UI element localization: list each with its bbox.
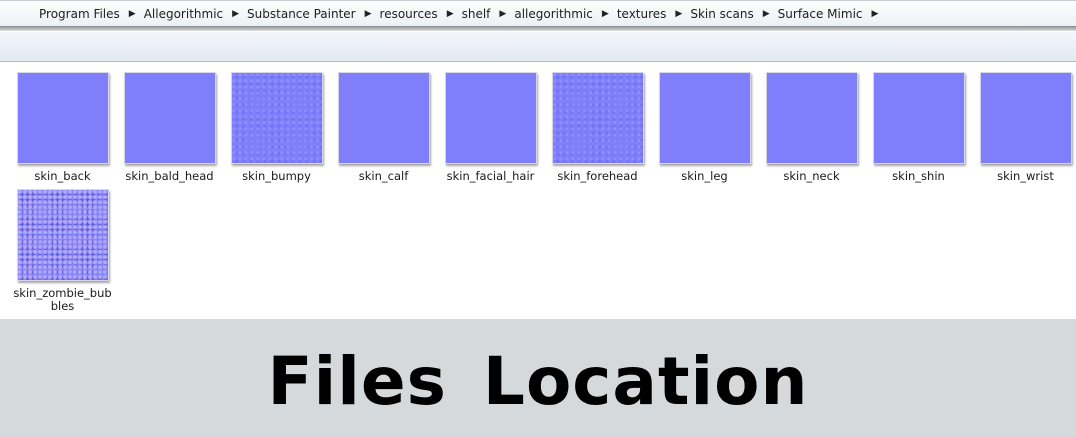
caption-band: Files Location (0, 319, 1076, 437)
file-item[interactable]: skin_back (9, 72, 116, 183)
file-item[interactable]: skin_bald_head (116, 72, 223, 183)
breadcrumb-item-allegorithmic[interactable]: Allegorithmic (141, 6, 226, 22)
file-item[interactable]: skin_neck (758, 72, 865, 183)
texture-thumbnail[interactable] (337, 72, 430, 164)
file-name: skin_shin (892, 169, 945, 183)
file-name-line2: bles (50, 299, 75, 313)
breadcrumb-item-program-files[interactable]: Program Files (36, 6, 123, 22)
breadcrumb-item-skin-scans[interactable]: Skin scans (687, 6, 756, 22)
texture-thumbnail[interactable] (16, 72, 109, 164)
breadcrumb-item-textures[interactable]: textures (614, 6, 670, 22)
file-item[interactable]: skin_zombie_bub bles (9, 189, 116, 313)
texture-thumbnail[interactable] (658, 72, 751, 164)
file-name: skin_back (34, 169, 91, 183)
breadcrumb-arrow-icon[interactable]: ▶ (129, 9, 136, 19)
breadcrumb-item-substance-painter[interactable]: Substance Painter (244, 6, 359, 22)
file-item[interactable]: skin_shin (865, 72, 972, 183)
texture-thumbnail[interactable] (551, 72, 644, 164)
texture-thumbnail[interactable] (872, 72, 965, 164)
breadcrumb-item-resources[interactable]: resources (377, 6, 441, 22)
file-item[interactable]: skin_calf (330, 72, 437, 183)
breadcrumb-arrow-icon[interactable]: ▶ (365, 9, 372, 19)
breadcrumb-item-shelf[interactable]: shelf (459, 6, 494, 22)
breadcrumb-arrow-icon[interactable]: ▶ (447, 9, 454, 19)
file-name: skin_calf (358, 169, 409, 183)
texture-thumbnail[interactable] (123, 72, 216, 164)
file-name: skin_neck (783, 169, 840, 183)
texture-thumbnail[interactable] (979, 72, 1072, 164)
texture-thumbnail[interactable] (444, 72, 537, 164)
breadcrumb-arrow-icon[interactable]: ▶ (763, 9, 770, 19)
breadcrumb-item-surface-mimic[interactable]: Surface Mimic (775, 6, 866, 22)
file-item[interactable]: skin_wrist (972, 72, 1076, 183)
file-name: skin_bald_head (125, 169, 214, 183)
file-item[interactable]: skin_facial_hair (437, 72, 544, 183)
breadcrumb-arrow-icon[interactable]: ▶ (499, 9, 506, 19)
breadcrumb-arrow-icon[interactable]: ▶ (602, 9, 609, 19)
file-name: skin_forehead (557, 169, 638, 183)
address-bar-shadow (0, 27, 1076, 31)
file-item[interactable]: skin_leg (651, 72, 758, 183)
caption-title: Files Location (267, 343, 809, 420)
file-item[interactable]: skin_forehead (544, 72, 651, 183)
texture-thumbnail[interactable] (16, 189, 109, 281)
toolbar (0, 32, 1076, 62)
file-name: skin_facial_hair (446, 169, 535, 183)
file-name-line1: skin_zombie_bub (13, 286, 112, 300)
breadcrumb: Program Files ▶ Allegorithmic ▶ Substance … (36, 5, 883, 23)
breadcrumb-arrow-icon[interactable]: ▶ (872, 9, 879, 19)
file-pane[interactable]: skin_back skin_bald_head skin_bumpy skin… (0, 62, 1076, 319)
breadcrumb-arrow-icon[interactable]: ▶ (675, 9, 682, 19)
file-name: skin_leg (681, 169, 728, 183)
file-name: skin_bumpy (242, 169, 311, 183)
texture-thumbnail[interactable] (230, 72, 323, 164)
file-name: skin_zombie_bub bles (9, 287, 116, 313)
breadcrumb-item-allegorithmic-lower[interactable]: allegorithmic (511, 6, 596, 22)
file-name: skin_wrist (997, 169, 1054, 183)
address-bar[interactable]: Program Files ▶ Allegorithmic ▶ Substance … (0, 0, 1076, 31)
breadcrumb-arrow-icon[interactable]: ▶ (232, 9, 239, 19)
texture-thumbnail[interactable] (765, 72, 858, 164)
file-item[interactable]: skin_bumpy (223, 72, 330, 183)
